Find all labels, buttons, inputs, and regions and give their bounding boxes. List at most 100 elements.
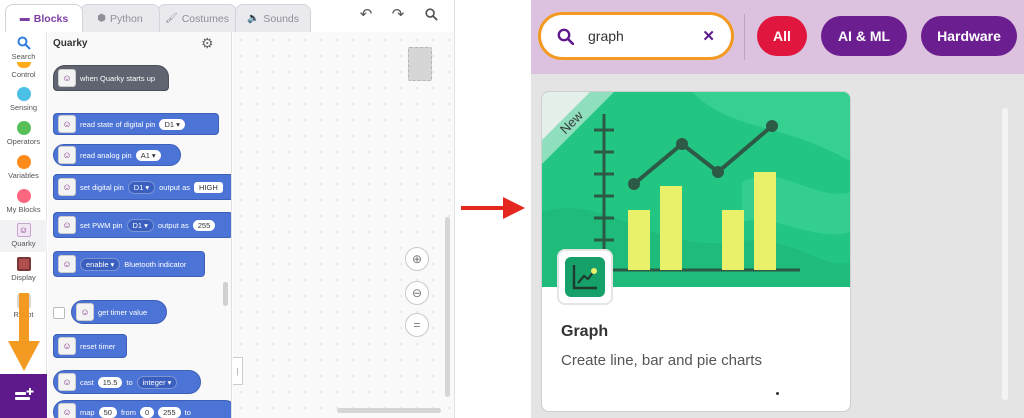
editor-tab-bar: 🖌 Costumes 🔈 Sounds ⬢ Python ▬ Blocks ↶ … bbox=[0, 0, 454, 32]
quarky-icon: ☺ bbox=[58, 403, 76, 418]
redo-icon[interactable]: ↷ bbox=[389, 5, 407, 23]
block-read-analog-pin[interactable]: ☺ read analog pin A1 ▾ bbox=[53, 144, 181, 166]
pwm-value-input[interactable]: 255 bbox=[192, 219, 216, 231]
category-quarky[interactable]: ☺ Quarky bbox=[0, 220, 47, 252]
zoom-out-icon[interactable]: ⊖ bbox=[405, 281, 429, 305]
quarky-icon: ☺ bbox=[58, 373, 76, 391]
zoom-icon[interactable] bbox=[422, 5, 440, 23]
device-thumbnail bbox=[408, 47, 432, 81]
pin-dropdown[interactable]: D1 ▾ bbox=[126, 218, 154, 232]
tab-label: Sounds bbox=[263, 12, 300, 25]
timer-checkbox[interactable] bbox=[53, 307, 65, 319]
quarky-icon: ☺ bbox=[16, 223, 31, 237]
filter-hardware-button[interactable]: Hardware bbox=[921, 16, 1017, 56]
graph-extension-icon bbox=[557, 249, 613, 305]
tab-blocks[interactable]: ▬ Blocks bbox=[5, 4, 83, 32]
blocks-icon: ▬ bbox=[19, 13, 30, 24]
card-dot bbox=[776, 392, 779, 395]
search-icon bbox=[17, 36, 31, 50]
category-dot bbox=[16, 62, 31, 68]
map-from-input[interactable]: 0 bbox=[139, 406, 155, 418]
workspace-horizontal-scrollbar[interactable] bbox=[337, 408, 441, 413]
red-arrow-indicator bbox=[461, 197, 525, 219]
quarky-icon: ☺ bbox=[58, 146, 76, 164]
quarky-icon: ☺ bbox=[58, 178, 76, 196]
block-bluetooth-indicator[interactable]: ☺ enable ▾ Bluetooth indicator bbox=[53, 251, 205, 277]
category-label: Display bbox=[11, 273, 36, 282]
map-to-input[interactable]: 255 bbox=[158, 406, 181, 418]
category-operators[interactable]: Operators bbox=[0, 121, 47, 146]
category-control[interactable]: Control bbox=[0, 62, 47, 79]
block-palette: Quarky ⚙ ☺ when Quarky starts up ☺ read … bbox=[48, 32, 232, 418]
quarky-icon: ☺ bbox=[58, 115, 76, 133]
card-title: Graph bbox=[561, 323, 609, 340]
block-cast[interactable]: ☺ cast 15.5 to integer ▾ bbox=[53, 370, 201, 394]
speaker-icon: 🔈 bbox=[246, 13, 260, 24]
category-variables[interactable]: Variables bbox=[0, 155, 47, 180]
palette-scrollbar[interactable] bbox=[223, 282, 228, 306]
header-divider bbox=[744, 14, 745, 60]
tab-label: Costumes bbox=[181, 12, 229, 25]
undo-icon[interactable]: ↶ bbox=[357, 5, 375, 23]
clear-search-icon[interactable]: ✕ bbox=[702, 27, 715, 45]
palette-title: Quarky bbox=[53, 38, 88, 49]
zoom-in-icon[interactable]: ⊕ bbox=[405, 247, 429, 271]
library-header: ✕ All AI & ML Hardware bbox=[531, 0, 1024, 74]
category-my-blocks[interactable]: My Blocks bbox=[0, 189, 47, 214]
quarky-icon: ☺ bbox=[58, 255, 76, 273]
category-dot bbox=[16, 121, 31, 135]
category-display[interactable]: Display bbox=[0, 257, 47, 282]
display-icon bbox=[16, 257, 31, 271]
workspace-vertical-scrollbar[interactable] bbox=[445, 217, 450, 397]
pin-dropdown[interactable]: A1 ▾ bbox=[135, 149, 161, 161]
tab-sounds[interactable]: 🔈 Sounds bbox=[235, 4, 311, 32]
quarky-icon: ☺ bbox=[58, 216, 76, 234]
block-map[interactable]: ☺ map 50 from 0 255 to bbox=[53, 400, 231, 418]
gear-icon[interactable]: ⚙ bbox=[201, 35, 214, 52]
category-label: Quarky bbox=[11, 239, 36, 248]
quarky-icon: ☺ bbox=[58, 337, 76, 355]
line-chart-icon bbox=[572, 265, 597, 290]
category-sensing[interactable]: Sensing bbox=[0, 87, 47, 112]
extension-library: ✕ All AI & ML Hardware New bbox=[531, 0, 1024, 418]
value-dropdown[interactable]: HIGH bbox=[194, 181, 223, 193]
extension-icon bbox=[14, 388, 33, 400]
tab-costumes[interactable]: 🖌 Costumes bbox=[157, 4, 237, 32]
search-icon bbox=[557, 28, 574, 45]
pin-dropdown[interactable]: D1 ▾ bbox=[127, 180, 156, 194]
block-set-digital-pin[interactable]: ☺ set digital pin D1 ▾ output as HIGH bbox=[53, 174, 231, 200]
type-dropdown[interactable]: integer ▾ bbox=[136, 375, 178, 389]
library-search-box[interactable]: ✕ bbox=[538, 12, 734, 60]
block-reset-timer[interactable]: ☺ reset timer bbox=[53, 334, 127, 358]
pin-dropdown[interactable]: D1 ▾ bbox=[159, 118, 185, 130]
cast-value-input[interactable]: 15.5 bbox=[97, 376, 123, 388]
quarky-icon: ☺ bbox=[76, 303, 94, 321]
tab-python[interactable]: ⬢ Python bbox=[80, 4, 160, 32]
block-when-quarky-starts[interactable]: ☺ when Quarky starts up bbox=[53, 65, 169, 91]
card-description: Create line, bar and pie charts bbox=[561, 352, 762, 369]
python-icon: ⬢ bbox=[97, 13, 107, 24]
search-input[interactable] bbox=[588, 28, 688, 44]
add-extension-button[interactable] bbox=[0, 374, 47, 418]
mode-dropdown[interactable]: enable ▾ bbox=[80, 257, 121, 271]
orange-arrow-indicator bbox=[8, 293, 40, 371]
category-label: Control bbox=[11, 70, 36, 79]
map-value-input[interactable]: 50 bbox=[98, 406, 117, 418]
filter-ai-ml-button[interactable]: AI & ML bbox=[821, 16, 907, 56]
category-search[interactable]: Search bbox=[0, 36, 47, 61]
extension-card-graph[interactable]: New Graph Create line, bar and pie chart… bbox=[541, 91, 851, 412]
collapse-handle[interactable]: | bbox=[233, 357, 243, 385]
block-read-digital-pin[interactable]: ☺ read state of digital pin D1 ▾ bbox=[53, 113, 219, 135]
brush-icon: 🖌 bbox=[165, 13, 178, 24]
block-get-timer-value[interactable]: ☺ get timer value bbox=[71, 300, 167, 324]
category-label: Operators bbox=[6, 137, 41, 146]
library-scrollbar[interactable] bbox=[1002, 108, 1008, 400]
category-label: Sensing bbox=[9, 103, 38, 112]
category-label: Variables bbox=[8, 171, 39, 180]
zoom-reset-icon[interactable]: = bbox=[405, 313, 429, 337]
quarky-icon: ☺ bbox=[58, 69, 76, 87]
block-set-pwm-pin[interactable]: ☺ set PWM pin D1 ▾ output as 255 bbox=[53, 212, 231, 238]
category-dot bbox=[16, 189, 31, 203]
filter-all-button[interactable]: All bbox=[757, 16, 807, 56]
code-workspace[interactable]: ⊕ ⊖ = | bbox=[233, 32, 454, 418]
